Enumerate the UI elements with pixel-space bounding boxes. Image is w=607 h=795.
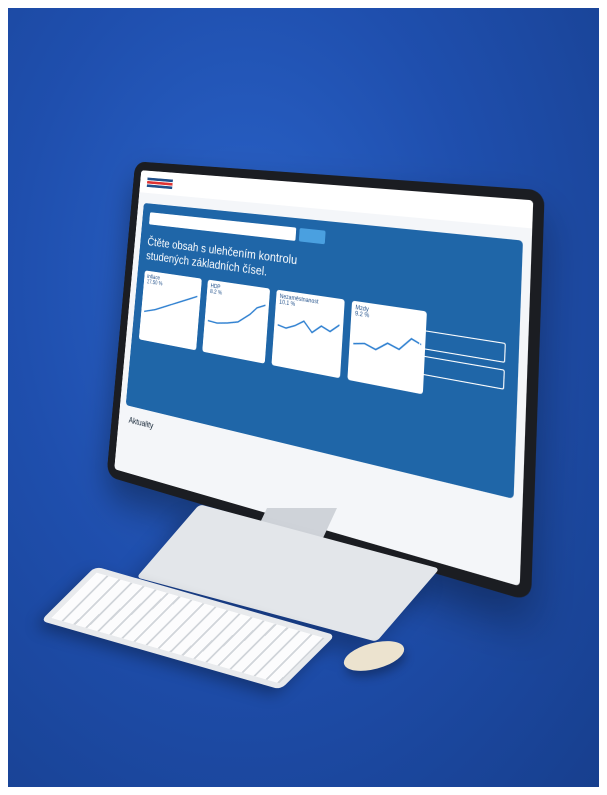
site-logo	[146, 177, 173, 190]
news-heading: Aktuality	[128, 415, 154, 431]
search-button	[298, 227, 326, 245]
mouse	[340, 635, 408, 677]
sparkline	[144, 285, 198, 324]
stat-card: Nezaměstnanost 10.1 %	[271, 289, 345, 379]
stat-card: HDP 8.2 %	[202, 279, 271, 364]
stat-card: Mzdy 9.2 %	[347, 300, 427, 395]
photo-background: Čtěte obsah s ulehčením kontrolu studený…	[8, 8, 599, 787]
stat-card: Inflace 17.50 %	[138, 270, 202, 351]
hero-banner: Čtěte obsah s ulehčením kontrolu studený…	[125, 202, 523, 499]
